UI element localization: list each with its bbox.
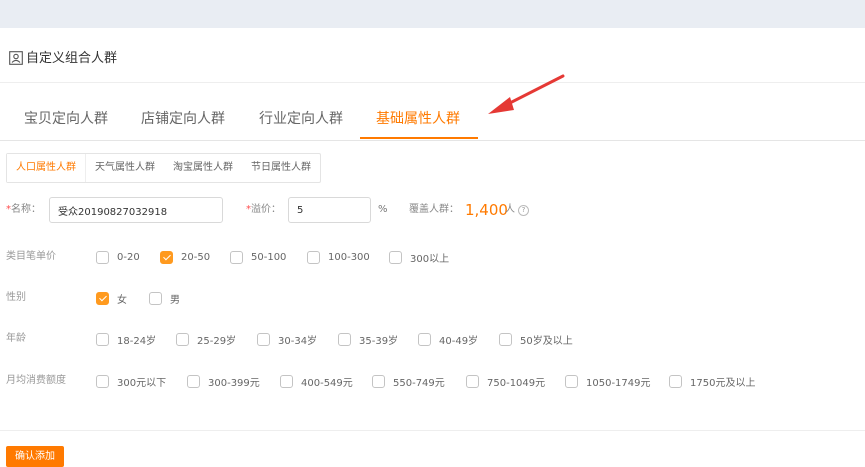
option-label: 1050-1749元 [586, 377, 651, 389]
option-spend-750-1049[interactable]: 750-1049元 [466, 370, 545, 392]
option-label: 300-399元 [208, 377, 260, 389]
name-premium-row: *名称： *溢价： % 覆盖人群： 1,400 人 ? [0, 196, 865, 224]
option-label: 男 [170, 294, 180, 306]
checkbox[interactable] [466, 374, 479, 388]
confirm-add-button[interactable]: 确认添加 [6, 446, 64, 467]
option-price-20-50[interactable]: 20-50 [160, 246, 210, 268]
top-band [0, 0, 865, 28]
option-label: 300元以下 [117, 377, 167, 389]
tab-shop-audience[interactable]: 店铺定向人群 [141, 108, 225, 128]
coverage-label: 覆盖人群： [409, 204, 459, 215]
option-age-30-34[interactable]: 30-34岁 [257, 328, 317, 350]
option-label: 20-50 [181, 251, 211, 263]
checkbox[interactable] [372, 374, 385, 388]
filter-row-price: 类目笔单价 0-20 20-50 50-100 100-300 300以上 [0, 246, 865, 268]
name-input[interactable] [49, 197, 223, 223]
checkbox[interactable] [565, 374, 578, 388]
subtab-weather[interactable]: 天气属性人群 [86, 154, 164, 182]
subtab-holiday[interactable]: 节日属性人群 [242, 154, 320, 182]
option-spend-550-749[interactable]: 550-749元 [372, 370, 445, 392]
footer-divider [0, 430, 865, 431]
option-price-300-plus[interactable]: 300以上 [389, 246, 449, 268]
help-icon[interactable]: ? [518, 205, 529, 216]
option-label: 50岁及以上 [520, 335, 573, 347]
option-label: 35-39岁 [359, 335, 399, 347]
tab-item-audience[interactable]: 宝贝定向人群 [24, 108, 108, 128]
checkbox[interactable] [669, 374, 682, 388]
premium-label: *溢价： [246, 196, 281, 224]
option-label: 300以上 [410, 253, 450, 265]
checkbox[interactable] [499, 332, 512, 346]
option-age-25-29[interactable]: 25-29岁 [176, 328, 236, 350]
checkbox[interactable] [418, 332, 431, 346]
premium-label-text: 溢价： [251, 204, 281, 215]
panel-title: 自定义组合人群 [26, 51, 118, 66]
option-spend-1750-plus[interactable]: 1750元及以上 [669, 370, 755, 392]
annotation-arrow [488, 74, 565, 114]
checkbox[interactable] [389, 250, 402, 264]
checkbox[interactable] [149, 291, 162, 305]
audience-type-tabs: 宝贝定向人群 店铺定向人群 行业定向人群 基础属性人群 [0, 96, 865, 141]
filter-row-gender: 性别 女 男 [0, 287, 865, 309]
option-label: 100-300 [328, 251, 370, 263]
option-gender-male[interactable]: 男 [149, 287, 180, 309]
tab-industry-audience[interactable]: 行业定向人群 [259, 108, 343, 128]
option-label: 1750元及以上 [690, 377, 756, 389]
filter-label: 年龄 [6, 333, 26, 344]
option-label: 750-1049元 [487, 377, 546, 389]
option-label: 40-49岁 [439, 335, 479, 347]
checkbox[interactable] [96, 250, 109, 264]
checkbox-checked[interactable] [96, 291, 109, 305]
active-tab-underline [360, 137, 478, 139]
option-price-50-100[interactable]: 50-100 [230, 246, 286, 268]
option-label: 30-34岁 [278, 335, 318, 347]
option-label: 18-24岁 [117, 335, 157, 347]
option-price-100-300[interactable]: 100-300 [307, 246, 370, 268]
option-label: 550-749元 [393, 377, 445, 389]
option-spend-400-549[interactable]: 400-549元 [280, 370, 353, 392]
filter-label: 月均消费额度 [6, 375, 66, 386]
filter-row-age: 年龄 18-24岁 25-29岁 30-34岁 35-39岁 40-49岁 50… [0, 328, 865, 350]
filter-label: 性别 [6, 292, 26, 303]
tab-basic-attribute-audience[interactable]: 基础属性人群 [376, 108, 460, 128]
option-spend-under-300[interactable]: 300元以下 [96, 370, 166, 392]
option-spend-300-399[interactable]: 300-399元 [187, 370, 260, 392]
checkbox[interactable] [257, 332, 270, 346]
option-label: 400-549元 [301, 377, 353, 389]
sub-category-tabs: 人口属性人群 天气属性人群 淘宝属性人群 节日属性人群 [6, 153, 321, 183]
user-group-icon [9, 50, 23, 65]
option-age-50-plus[interactable]: 50岁及以上 [499, 328, 573, 350]
filter-row-monthly-spend: 月均消费额度 300元以下 300-399元 400-549元 550-749元… [0, 370, 865, 392]
checkbox-checked[interactable] [160, 250, 173, 264]
option-label: 50-100 [251, 251, 287, 263]
checkbox[interactable] [280, 374, 293, 388]
option-label: 女 [117, 294, 127, 306]
coverage-value: 1,400 [465, 201, 508, 219]
option-label: 0-20 [117, 251, 140, 263]
coverage-unit: 人 [505, 204, 515, 215]
subtab-taobao[interactable]: 淘宝属性人群 [164, 154, 242, 182]
checkbox[interactable] [187, 374, 200, 388]
filter-label: 类目笔单价 [6, 251, 56, 262]
checkbox[interactable] [96, 332, 109, 346]
option-age-18-24[interactable]: 18-24岁 [96, 328, 156, 350]
checkbox[interactable] [176, 332, 189, 346]
checkbox[interactable] [307, 250, 320, 264]
subtab-demographic[interactable]: 人口属性人群 [7, 154, 86, 182]
premium-input[interactable] [288, 197, 371, 223]
name-label: *名称： [6, 196, 41, 224]
checkbox[interactable] [230, 250, 243, 264]
checkbox[interactable] [96, 374, 109, 388]
option-spend-1050-1749[interactable]: 1050-1749元 [565, 370, 651, 392]
panel-header: 自定义组合人群 [0, 28, 865, 83]
checkbox[interactable] [338, 332, 351, 346]
option-gender-female[interactable]: 女 [96, 287, 127, 309]
option-age-40-49[interactable]: 40-49岁 [418, 328, 478, 350]
option-age-35-39[interactable]: 35-39岁 [338, 328, 398, 350]
option-price-0-20[interactable]: 0-20 [96, 246, 140, 268]
premium-unit: % [378, 204, 388, 215]
option-label: 25-29岁 [197, 335, 237, 347]
name-label-text: 名称： [11, 204, 41, 215]
